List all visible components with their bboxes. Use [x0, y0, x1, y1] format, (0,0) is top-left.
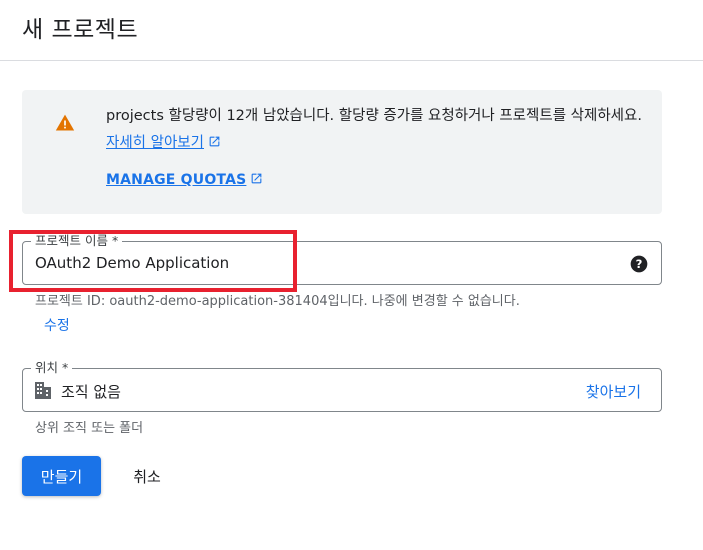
- help-icon[interactable]: ?: [629, 254, 649, 274]
- external-link-icon: [209, 136, 220, 147]
- project-id-hint: 프로젝트 ID: oauth2-demo-application-381404입…: [35, 294, 520, 309]
- external-link-icon: [252, 173, 262, 184]
- location-value: 조직 없음: [61, 383, 121, 401]
- manage-quotas-label: MANAGE QUOTAS: [106, 172, 247, 188]
- svg-text:?: ?: [636, 257, 643, 271]
- browse-button[interactable]: 찾아보기: [586, 381, 641, 402]
- manage-quotas-link[interactable]: MANAGE QUOTAS: [106, 172, 263, 188]
- quota-notice: projects 할당량이 12개 남았습니다. 할당량 증가를 요청하거나 프…: [22, 90, 662, 214]
- notice-text: projects 할당량이 12개 남았습니다. 할당량 증가를 요청하거나 프…: [106, 103, 646, 157]
- header-divider: [0, 60, 703, 61]
- building-icon: [35, 382, 51, 399]
- learn-more-link[interactable]: 자세히 알아보기: [106, 135, 221, 151]
- location-hint: 상위 조직 또는 폴더: [35, 421, 144, 436]
- project-name-input[interactable]: OAuth2 Demo Application: [35, 254, 229, 272]
- page-title: 새 프로젝트: [22, 17, 139, 43]
- learn-more-label: 자세히 알아보기: [106, 135, 204, 151]
- location-field[interactable]: 위치 * 조직 없음 찾아보기: [22, 359, 662, 412]
- edit-project-id-link[interactable]: 수정: [44, 315, 70, 335]
- location-label: 위치 *: [31, 359, 73, 377]
- warning-icon: [55, 114, 75, 131]
- create-button[interactable]: 만들기: [22, 456, 101, 496]
- project-name-label: 프로젝트 이름 *: [31, 232, 123, 250]
- cancel-button[interactable]: 취소: [117, 456, 177, 496]
- notice-message: projects 할당량이 12개 남았습니다. 할당량 증가를 요청하거나 프…: [106, 108, 642, 124]
- project-name-field[interactable]: 프로젝트 이름 * OAuth2 Demo Application ?: [22, 232, 662, 285]
